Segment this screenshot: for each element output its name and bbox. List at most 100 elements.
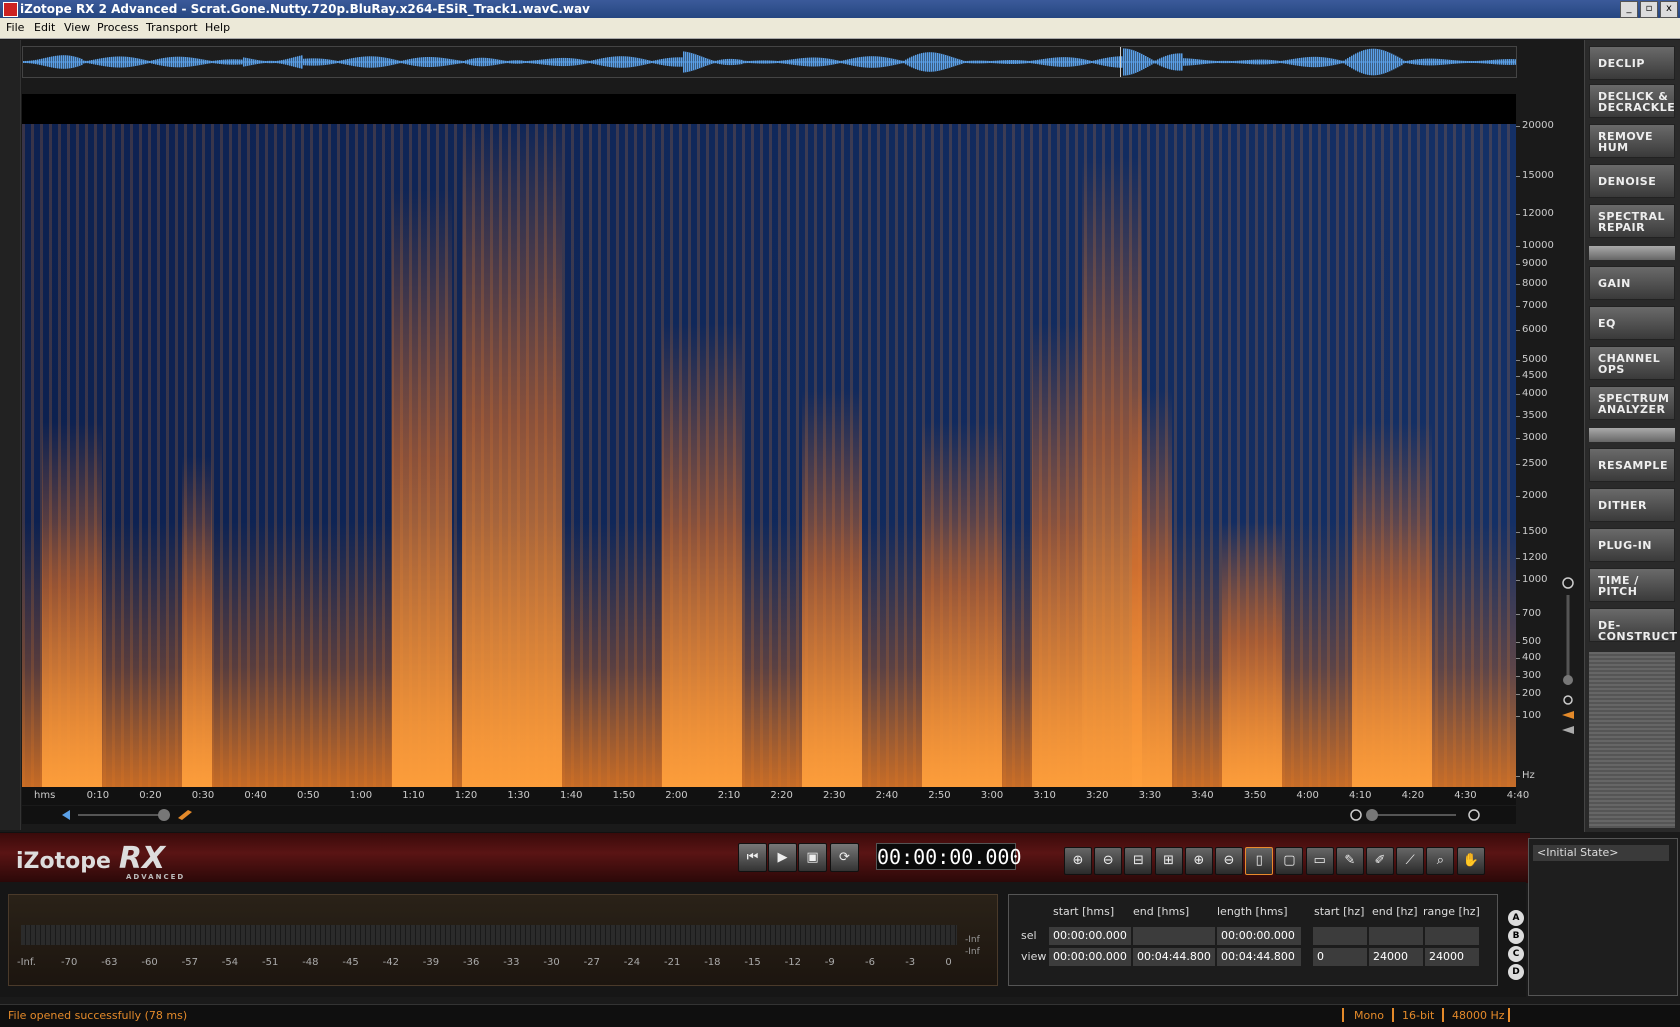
menu-transport[interactable]: Transport bbox=[146, 21, 198, 34]
time-tick-label: 0:40 bbox=[244, 790, 267, 801]
freq-tick-label: 5000 bbox=[1515, 354, 1548, 365]
brush-button[interactable]: ✐ bbox=[1366, 847, 1394, 875]
sel-start-hz-field[interactable] bbox=[1313, 927, 1367, 945]
zoom-selection-button[interactable]: ⊟ bbox=[1124, 847, 1153, 875]
zoom-in-time-button[interactable]: ⊕ bbox=[1064, 847, 1092, 875]
view-length-field[interactable]: 00:04:44.800 bbox=[1217, 948, 1301, 966]
tool-remove-hum[interactable]: REMOVE HUM bbox=[1589, 124, 1675, 158]
tool-gain[interactable]: GAIN bbox=[1589, 266, 1675, 300]
tool-eq[interactable]: EQ bbox=[1589, 306, 1675, 340]
freq-tick-label: 6000 bbox=[1515, 324, 1548, 335]
meter-scale-label: -51 bbox=[262, 957, 279, 968]
view-end-hz-field[interactable]: 24000 bbox=[1369, 948, 1423, 966]
view-end-time-field[interactable]: 00:04:44.800 bbox=[1133, 948, 1215, 966]
rect-select-button[interactable]: ▢ bbox=[1275, 847, 1304, 875]
vertical-zoom-control[interactable] bbox=[1558, 575, 1578, 755]
time-tick-label: 3:20 bbox=[1086, 790, 1109, 801]
spectral-energy-region bbox=[1352, 422, 1432, 787]
close-button[interactable]: x bbox=[1660, 1, 1678, 18]
waveform-overview[interactable] bbox=[22, 46, 1517, 78]
tool-de-construct[interactable]: DE-CONSTRUCT bbox=[1589, 608, 1677, 642]
zoom-tool-button[interactable]: ⌕ bbox=[1426, 847, 1455, 875]
freq-tick-label: 10000 bbox=[1516, 240, 1554, 251]
tool-channel-ops[interactable]: CHANNEL OPS bbox=[1589, 346, 1675, 380]
spectrogram-view[interactable] bbox=[22, 94, 1516, 787]
meter-scale-label: -63 bbox=[101, 957, 118, 968]
play-selection-button[interactable]: ▣ bbox=[798, 843, 827, 872]
meter-scale-label: -Inf. bbox=[17, 957, 36, 968]
time-tick-label: 3:40 bbox=[1191, 790, 1214, 801]
spectral-energy-region bbox=[462, 124, 562, 787]
freq-tick-label: 15000 bbox=[1516, 170, 1554, 181]
view-range-hz-field[interactable]: 24000 bbox=[1425, 948, 1479, 966]
tool-resample[interactable]: RESAMPLE bbox=[1589, 448, 1675, 482]
sel-end-time-field[interactable] bbox=[1133, 927, 1215, 945]
left-rail[interactable] bbox=[0, 40, 21, 830]
time-tick-label: 2:40 bbox=[875, 790, 899, 801]
meter-scale-label: -9 bbox=[824, 957, 835, 968]
time-select-button[interactable]: ▯ bbox=[1245, 847, 1274, 875]
snapshot-a-button[interactable]: A bbox=[1508, 910, 1524, 926]
menu-edit[interactable]: Edit bbox=[34, 21, 55, 34]
product-name: RX bbox=[118, 841, 166, 876]
selection-info: sel view start [hms] end [hms] length [hms… bbox=[1008, 894, 1498, 986]
snapshot-d-button[interactable]: D bbox=[1508, 964, 1524, 980]
meter-scale-label: -60 bbox=[141, 957, 158, 968]
tool-time-pitch[interactable]: TIME / PITCH bbox=[1589, 568, 1675, 602]
freq-tick-label: 8000 bbox=[1515, 278, 1548, 289]
rewind-button[interactable]: ⏮ bbox=[738, 843, 767, 872]
menu-process[interactable]: Process bbox=[97, 21, 139, 34]
meter-scale-label: -48 bbox=[302, 957, 319, 968]
tool-spectrum-analyzer[interactable]: SPECTRUM ANALYZER bbox=[1589, 386, 1675, 420]
sel-row-label: sel bbox=[1021, 929, 1037, 942]
brand-name: iZotope bbox=[16, 849, 111, 874]
minimize-button[interactable]: _ bbox=[1620, 1, 1638, 18]
snapshot-c-button[interactable]: C bbox=[1508, 946, 1524, 962]
app-icon bbox=[3, 2, 18, 17]
tool-denoise[interactable]: DENOISE bbox=[1589, 164, 1675, 198]
magic-wand-button[interactable]: ⟋ bbox=[1396, 847, 1425, 875]
time-tick-label: 1:50 bbox=[612, 790, 636, 801]
meter-scale-label: -21 bbox=[664, 957, 681, 968]
sel-start-time-field[interactable]: 00:00:00.000 bbox=[1049, 927, 1131, 945]
zoom-out-freq-button[interactable]: ⊖ bbox=[1215, 847, 1243, 875]
hand-tool-button[interactable]: ✋ bbox=[1456, 847, 1485, 875]
loop-button[interactable]: ⟳ bbox=[830, 843, 859, 872]
lasso-button[interactable]: ✎ bbox=[1335, 847, 1364, 875]
title-bar: iZotope RX 2 Advanced - Scrat.Gone.Nutty… bbox=[0, 0, 1680, 18]
view-start-time-field[interactable]: 00:00:00.000 bbox=[1049, 948, 1131, 966]
tool-declip[interactable]: DECLIP bbox=[1589, 46, 1675, 80]
menu-file[interactable]: File bbox=[6, 21, 24, 34]
history-item[interactable]: <Initial State> bbox=[1533, 845, 1669, 861]
horizontal-zoom-row bbox=[22, 806, 1516, 824]
time-tick-label: 4:40 bbox=[1506, 790, 1530, 801]
sel-end-hz-field[interactable] bbox=[1369, 927, 1423, 945]
view-start-hz-field[interactable]: 0 bbox=[1313, 948, 1367, 966]
freq-tick-label: 4000 bbox=[1515, 388, 1548, 399]
freq-tick-label: 3500 bbox=[1515, 410, 1548, 421]
freq-select-button[interactable]: ▭ bbox=[1305, 847, 1334, 875]
time-tick-label: 4:20 bbox=[1401, 790, 1425, 801]
zoom-out-time-button[interactable]: ⊖ bbox=[1094, 847, 1123, 875]
freq-tick-label: 4500 bbox=[1515, 370, 1548, 381]
meter-peak-bottom: -Inf bbox=[965, 947, 980, 957]
zoom-out-icon bbox=[1350, 809, 1362, 821]
tool-spectral-repair[interactable]: SPECTRAL REPAIR bbox=[1589, 204, 1675, 238]
play-button[interactable]: ▶ bbox=[768, 843, 797, 872]
maximize-button[interactable]: ▫ bbox=[1640, 1, 1658, 18]
spectrogram-canvas[interactable] bbox=[22, 124, 1516, 787]
snapshot-b-button[interactable]: B bbox=[1508, 928, 1524, 944]
menu-view[interactable]: View bbox=[64, 21, 90, 34]
zoom-all-button[interactable]: ⊞ bbox=[1154, 847, 1183, 875]
tool-plug-in[interactable]: PLUG-IN bbox=[1589, 528, 1675, 562]
zoom-in-freq-button[interactable]: ⊕ bbox=[1184, 847, 1213, 875]
freq-tick-label: 2000 bbox=[1515, 490, 1548, 501]
time-tick-label: 2:20 bbox=[770, 790, 793, 801]
time-tick-label: 3:00 bbox=[980, 790, 1004, 801]
sel-length-field[interactable]: 00:00:00.000 bbox=[1217, 927, 1301, 945]
menu-help[interactable]: Help bbox=[205, 21, 230, 34]
selection-header: range [hz] bbox=[1423, 905, 1480, 918]
tool-dither[interactable]: DITHER bbox=[1589, 488, 1675, 522]
tool-declick-decrackle[interactable]: DECLICK & DECRACKLE bbox=[1589, 84, 1675, 118]
sel-range-hz-field[interactable] bbox=[1425, 927, 1479, 945]
